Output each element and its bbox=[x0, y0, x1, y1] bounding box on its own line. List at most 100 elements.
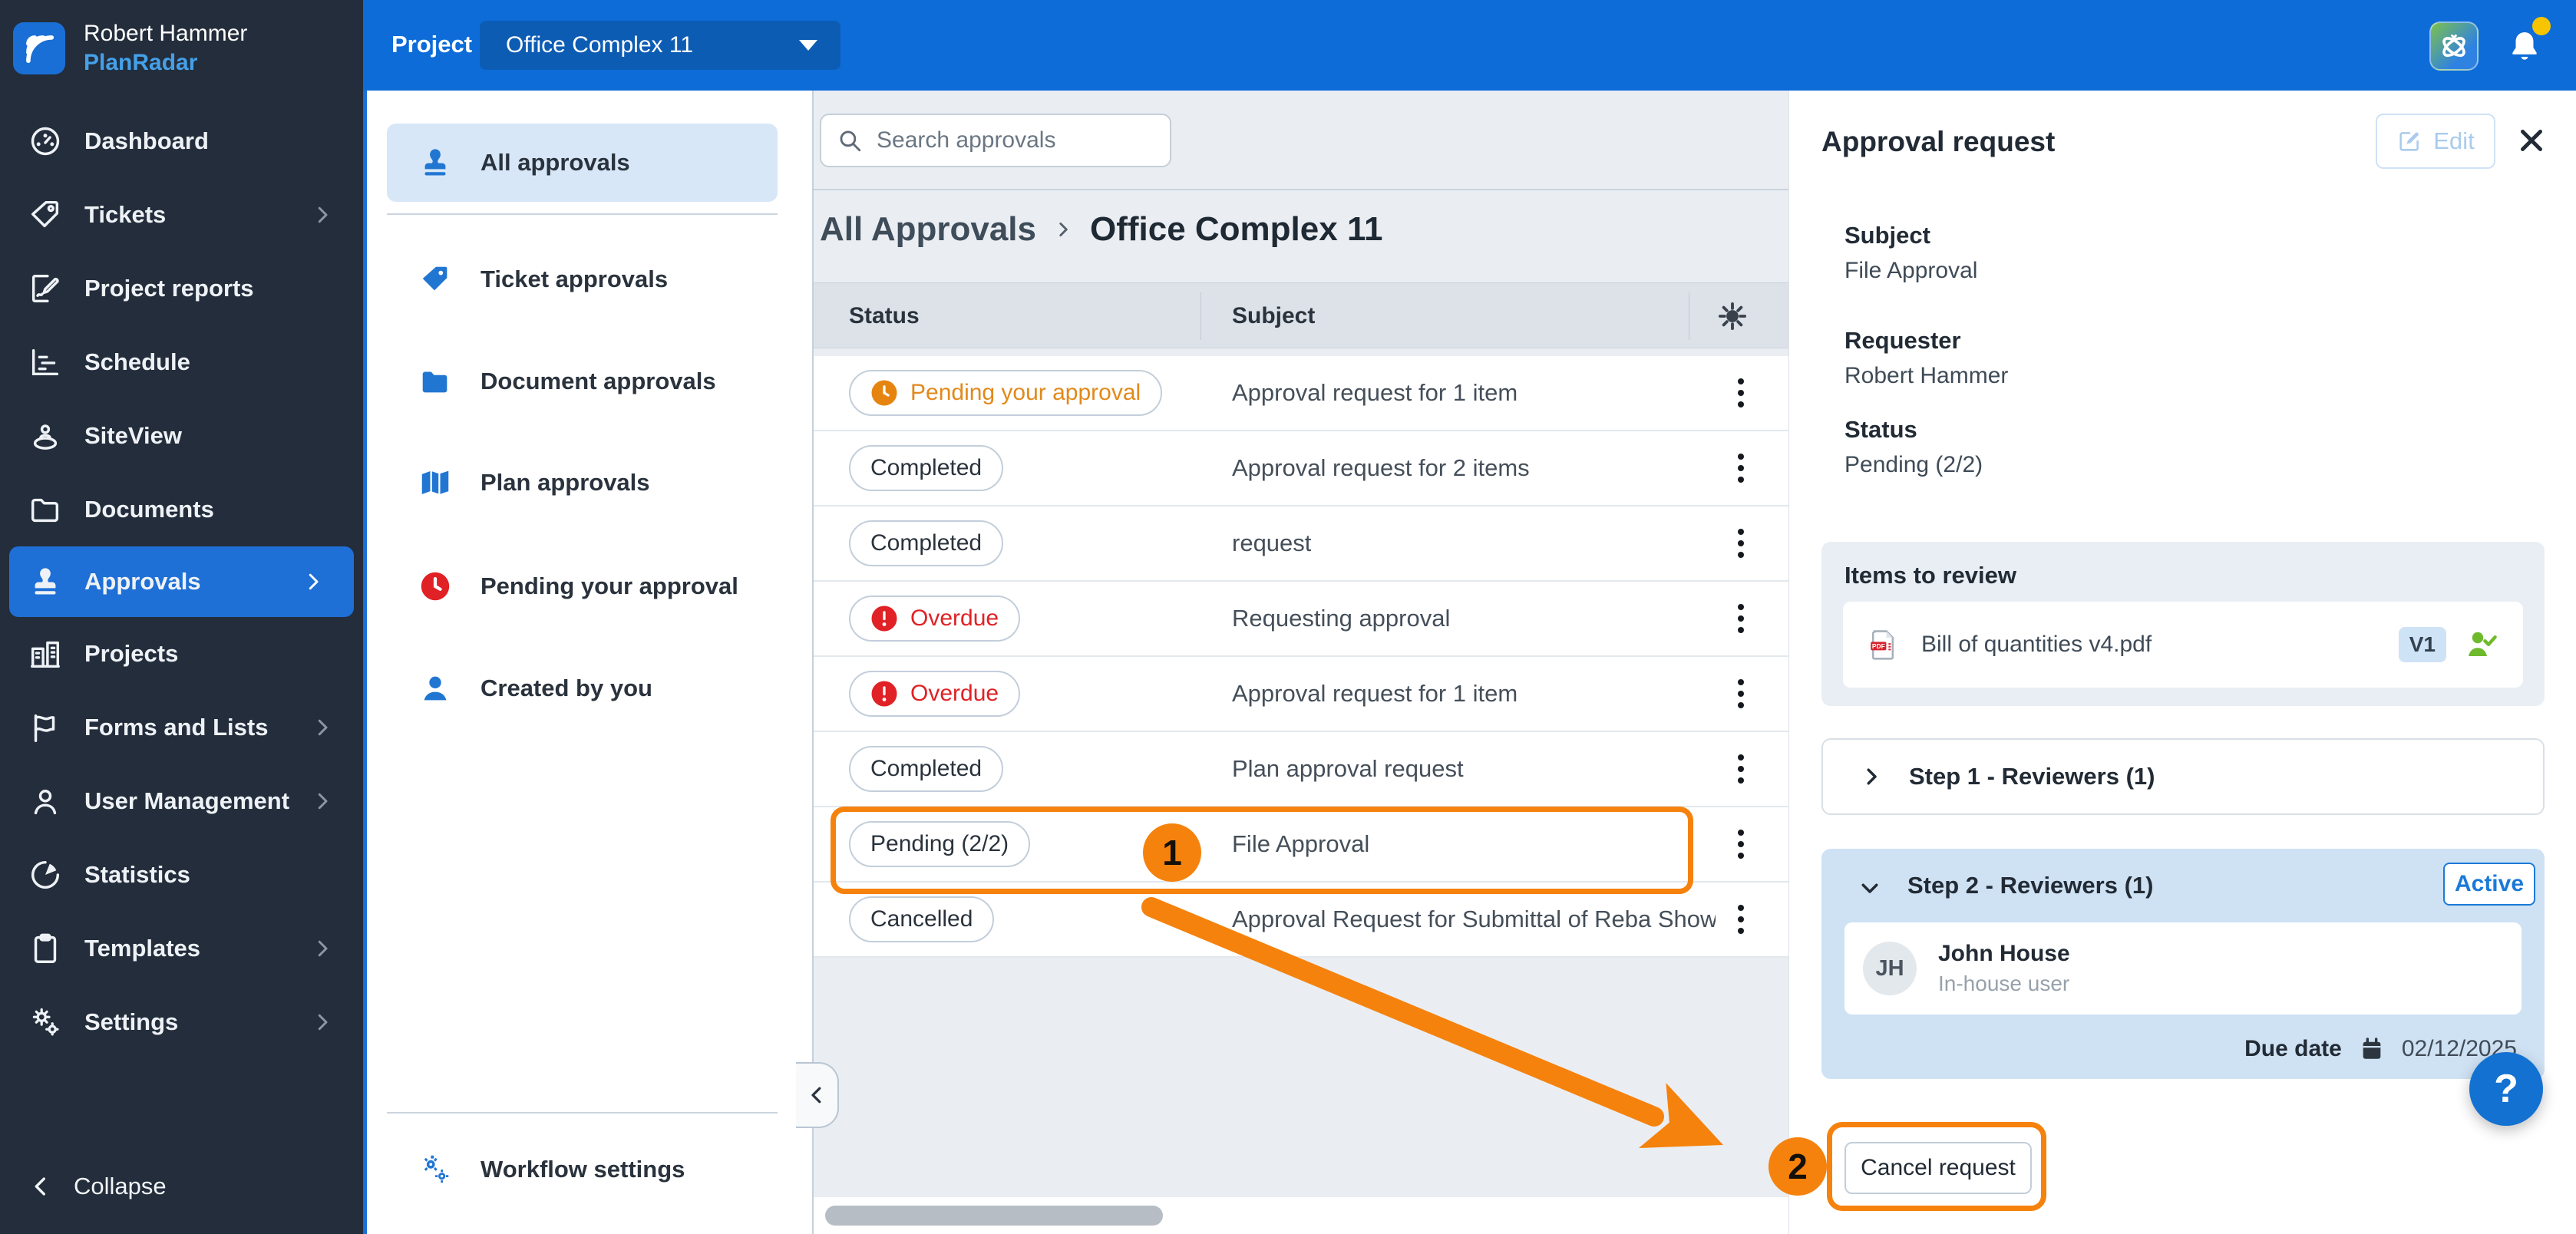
status-badge: Completed bbox=[849, 746, 1003, 792]
notification-badge-dot bbox=[2532, 17, 2551, 35]
subnav-item-ticket-approvals[interactable]: Ticket approvals bbox=[387, 240, 778, 318]
column-header-subject[interactable]: Subject bbox=[1232, 303, 1315, 329]
brand-name: PlanRadar bbox=[84, 48, 247, 78]
sidebar-item-label: Templates bbox=[84, 935, 200, 962]
chevron-right-icon bbox=[1860, 765, 1883, 788]
due-date-row: Due date 02/12/2025 bbox=[2244, 1036, 2517, 1062]
file-name: Bill of quantities v4.pdf bbox=[1921, 632, 2152, 658]
subnav-item-document-approvals[interactable]: Document approvals bbox=[387, 342, 778, 421]
close-icon[interactable] bbox=[2514, 123, 2549, 158]
table-row[interactable]: Overdue Requesting approval bbox=[814, 582, 1788, 657]
step1-section[interactable]: Step 1 - Reviewers (1) bbox=[1821, 738, 2545, 815]
planradar-logo-icon[interactable] bbox=[13, 22, 65, 74]
chevron-left-icon bbox=[28, 1173, 54, 1199]
subnav-item-plan-approvals[interactable]: Plan approvals bbox=[387, 444, 778, 522]
edit-button[interactable]: Edit bbox=[2376, 114, 2495, 169]
row-subject: Approval request for 1 item bbox=[1232, 379, 1518, 407]
help-button[interactable]: ? bbox=[2469, 1052, 2543, 1126]
sidebar-item-approvals[interactable]: Approvals bbox=[9, 546, 354, 617]
sidebar-item-label: SiteView bbox=[84, 422, 182, 450]
row-menu-kebab-icon[interactable] bbox=[1738, 679, 1744, 708]
table-settings-gear-icon[interactable] bbox=[1716, 300, 1749, 332]
horizontal-scrollbar bbox=[814, 1197, 1788, 1234]
subnav-item-workflow-settings[interactable]: Workflow settings bbox=[387, 1130, 778, 1209]
cancel-request-button[interactable]: Cancel request bbox=[1844, 1142, 2032, 1194]
sidebar-item-schedule[interactable]: Schedule bbox=[0, 325, 363, 399]
row-menu-kebab-icon[interactable] bbox=[1738, 754, 1744, 784]
subnav-item-all-approvals[interactable]: All approvals bbox=[387, 124, 778, 202]
reviewer-assigned-icon bbox=[2463, 626, 2500, 663]
row-menu-kebab-icon[interactable] bbox=[1738, 529, 1744, 558]
reviewer-avatar: JH bbox=[1863, 942, 1917, 995]
search-box[interactable] bbox=[820, 114, 1171, 167]
schedule-icon bbox=[28, 345, 63, 380]
search-icon bbox=[837, 127, 863, 153]
items-to-review-title: Items to review bbox=[1844, 562, 2016, 589]
chevron-right-icon bbox=[302, 570, 325, 593]
subnav-item-created-by-you[interactable]: Created by you bbox=[387, 649, 778, 728]
table-row[interactable]: Completed request bbox=[814, 506, 1788, 582]
status-badge: Cancelled bbox=[849, 896, 994, 942]
content-divider bbox=[814, 189, 1788, 190]
table-row[interactable]: Completed Approval request for 2 items bbox=[814, 431, 1788, 506]
scrollbar-thumb[interactable] bbox=[825, 1206, 1163, 1226]
row-subject: Plan approval request bbox=[1232, 755, 1464, 783]
sidebar-collapse-button[interactable]: Collapse bbox=[28, 1173, 167, 1200]
project-reports-icon bbox=[28, 271, 63, 306]
row-menu-kebab-icon[interactable] bbox=[1738, 830, 1744, 859]
collapse-label: Collapse bbox=[74, 1173, 167, 1200]
subnav-divider bbox=[387, 213, 778, 215]
panel-collapse-handle[interactable] bbox=[796, 1062, 839, 1128]
status-badge: Completed bbox=[849, 520, 1003, 566]
table-row[interactable]: Cancelled Approval Request for Submittal… bbox=[814, 883, 1788, 958]
sidebar-item-forms-and-lists[interactable]: Forms and Lists bbox=[0, 691, 363, 764]
approvals-stamp-icon bbox=[28, 564, 63, 599]
sidebar-item-settings[interactable]: Settings bbox=[0, 985, 363, 1059]
column-header-status[interactable]: Status bbox=[849, 303, 920, 329]
sidebar-item-project-reports[interactable]: Project reports bbox=[0, 252, 363, 325]
translate-app-icon[interactable] bbox=[2429, 21, 2479, 71]
table-row[interactable]: Overdue Approval request for 1 item bbox=[814, 657, 1788, 732]
sidebar-item-statistics[interactable]: Statistics bbox=[0, 838, 363, 912]
sidebar-item-dashboard[interactable]: Dashboard bbox=[0, 104, 363, 178]
sidebar-item-label: Forms and Lists bbox=[84, 714, 268, 741]
row-menu-kebab-icon[interactable] bbox=[1738, 454, 1744, 483]
sidebar-item-documents[interactable]: Documents bbox=[0, 473, 363, 546]
subnav-item-label: Plan approvals bbox=[481, 469, 650, 497]
subnav-item-label: Document approvals bbox=[481, 368, 716, 395]
subnav-item-pending-your-approval[interactable]: Pending your approval bbox=[387, 547, 778, 625]
status-badge: Pending your approval bbox=[849, 370, 1162, 416]
overdue-alert-icon bbox=[870, 605, 898, 632]
file-version-badge[interactable]: V1 bbox=[2399, 627, 2446, 662]
row-menu-kebab-icon[interactable] bbox=[1738, 905, 1744, 934]
file-item-row[interactable]: PDF Bill of quantities v4.pdf V1 bbox=[1843, 602, 2523, 688]
row-subject: Approval request for 1 item bbox=[1232, 680, 1518, 708]
statistics-pie-icon bbox=[28, 857, 63, 893]
row-subject: Approval request for 2 items bbox=[1232, 454, 1530, 482]
sidebar-item-user-management[interactable]: User Management bbox=[0, 764, 363, 838]
table-row[interactable]: Pending your approval Approval request f… bbox=[814, 356, 1788, 431]
breadcrumb-root[interactable]: All Approvals bbox=[820, 210, 1036, 249]
sidebar-item-siteview[interactable]: SiteView bbox=[0, 399, 363, 473]
sidebar-item-templates[interactable]: Templates bbox=[0, 912, 363, 985]
folder-icon bbox=[418, 364, 453, 399]
sidebar-item-tickets[interactable]: Tickets bbox=[0, 178, 363, 252]
row-menu-kebab-icon[interactable] bbox=[1738, 604, 1744, 633]
project-selector[interactable]: Office Complex 11 bbox=[480, 21, 841, 70]
reviewer-card[interactable]: JH John House In-house user bbox=[1844, 922, 2522, 1015]
table-row[interactable]: Completed Plan approval request bbox=[814, 732, 1788, 807]
row-menu-kebab-icon[interactable] bbox=[1738, 378, 1744, 407]
approvals-subnav: All approvals Ticket approvals Document … bbox=[363, 91, 814, 1234]
search-input[interactable] bbox=[877, 127, 1153, 153]
row-subject: request bbox=[1232, 530, 1311, 557]
sidebar-item-projects[interactable]: Projects bbox=[0, 617, 363, 691]
chevron-down-icon[interactable] bbox=[1858, 876, 1881, 899]
table-row-selected[interactable]: Pending (2/2) File Approval bbox=[814, 807, 1788, 883]
chevron-right-icon bbox=[311, 716, 334, 739]
sidebar-nav: Dashboard Tickets Project reports Schedu… bbox=[0, 104, 363, 1059]
subnav-item-label: Created by you bbox=[481, 675, 652, 702]
topbar: Project Office Complex 11 bbox=[363, 0, 2576, 91]
overdue-alert-icon bbox=[870, 680, 898, 708]
documents-icon bbox=[28, 492, 63, 527]
reviewer-name: John House bbox=[1938, 941, 2070, 967]
